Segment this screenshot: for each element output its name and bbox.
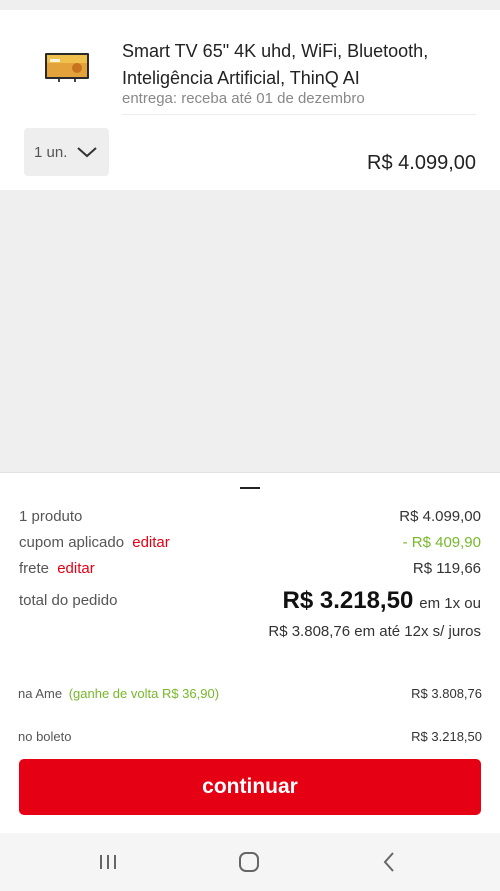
summary-row-shipping: frete editar R$ 119,66 (19, 560, 481, 577)
chevron-down-icon (77, 147, 97, 158)
boleto-value: R$ 3.218,50 (411, 729, 482, 744)
total-label: total do pedido (19, 592, 118, 609)
recents-button[interactable] (88, 847, 128, 877)
ame-value: R$ 3.808,76 (411, 686, 482, 701)
total-value-group: R$ 3.218,50 em 1x ou (283, 587, 481, 615)
installments-info: R$ 3.808,76 em até 12x s/ juros (268, 623, 481, 640)
shipping-value: R$ 119,66 (412, 560, 481, 577)
recents-icon (100, 855, 116, 869)
back-icon (383, 852, 394, 872)
shipping-edit-link[interactable]: editar (57, 560, 95, 577)
ame-cashback: (ganhe de volta R$ 36,90) (68, 686, 220, 701)
home-icon (239, 852, 259, 872)
back-button[interactable] (369, 847, 409, 877)
quantity-select[interactable]: 1 un. (24, 128, 109, 176)
total-suffix: em 1x ou (419, 595, 481, 612)
tv-thumbnail-icon[interactable] (44, 51, 90, 83)
sheet-drag-handle[interactable] (240, 487, 260, 489)
product-title[interactable]: Smart TV 65" 4K uhd, WiFi, Bluetooth, In… (122, 38, 472, 92)
summary-row-coupon: cupom aplicado editar - R$ 409,90 (19, 534, 481, 551)
android-nav-bar (0, 833, 500, 891)
delivery-info: entrega: receba até 01 de dezembro (122, 90, 365, 107)
coupon-value: - R$ 409,90 (402, 534, 481, 551)
boleto-label: no boleto (18, 729, 72, 744)
coupon-label: cupom aplicado (19, 534, 125, 551)
continue-button[interactable]: continuar (19, 759, 481, 815)
home-button[interactable] (229, 847, 269, 877)
ame-label: na Ame (18, 686, 63, 701)
payment-option-boleto: no boleto R$ 3.218,50 (18, 729, 482, 744)
top-strip (0, 0, 500, 10)
products-label: 1 produto (19, 508, 83, 525)
coupon-edit-link[interactable]: editar (132, 534, 170, 551)
divider (122, 114, 476, 115)
order-summary-sheet: 1 produto R$ 4.099,00 cupom aplicado edi… (0, 472, 500, 833)
total-value: R$ 3.218,50 (282, 587, 414, 614)
products-value: R$ 4.099,00 (399, 508, 481, 525)
summary-row-products: 1 produto R$ 4.099,00 (19, 508, 481, 525)
payment-option-ame: na Ame (ganhe de volta R$ 36,90) R$ 3.80… (18, 686, 482, 701)
quantity-value: 1 un. (34, 143, 68, 161)
item-price: R$ 4.099,00 (367, 152, 476, 174)
shipping-label: frete (19, 560, 50, 577)
cart-item-card: Smart TV 65" 4K uhd, WiFi, Bluetooth, In… (0, 10, 500, 190)
